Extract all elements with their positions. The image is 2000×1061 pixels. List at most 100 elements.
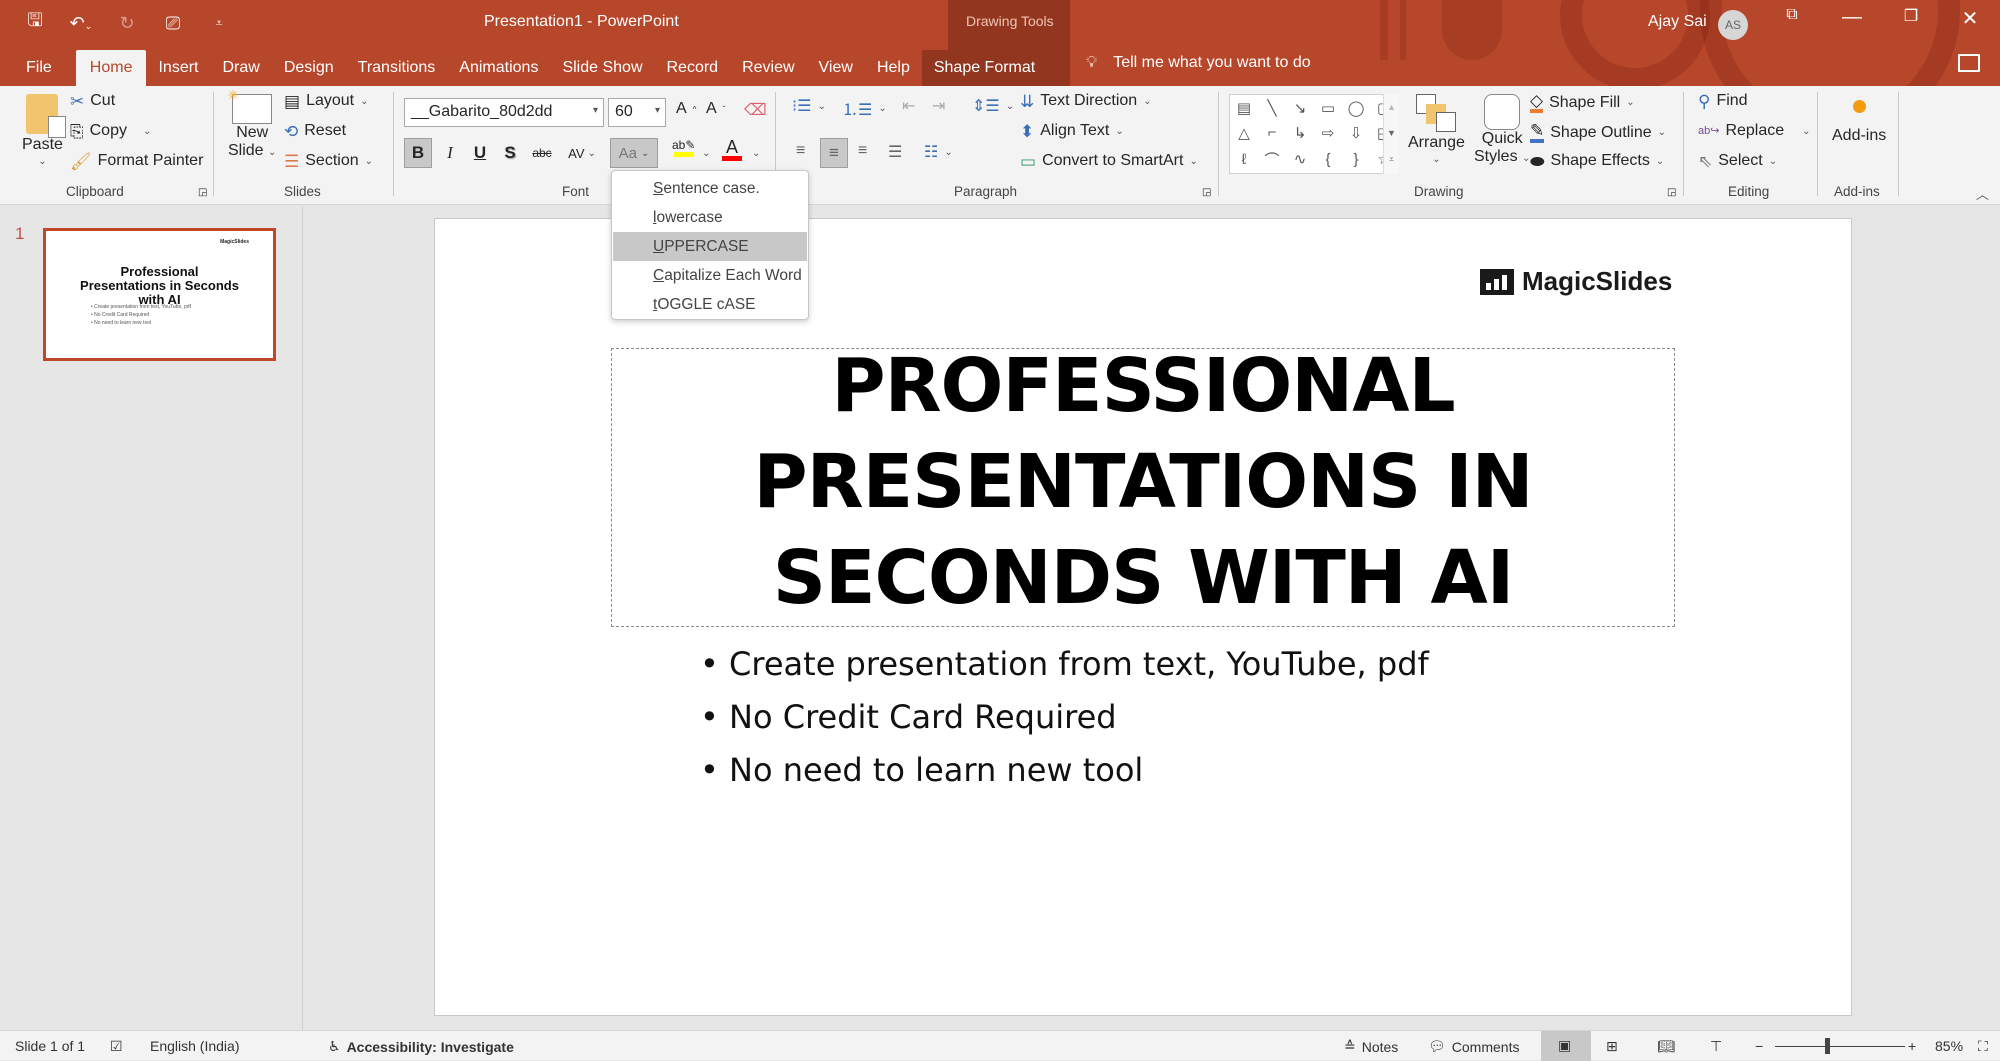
select-button[interactable]: ⇖ Select ⌄ [1698, 152, 1777, 170]
elbow-arrow-icon[interactable]: ↳ [1294, 124, 1307, 142]
cut-button[interactable]: ✂ Cut [70, 92, 115, 110]
tell-me-search[interactable]: 💡︎ Tell me what you want to do [1086, 54, 1311, 72]
menu-item-uppercase[interactable]: UPPERCASE [613, 232, 807, 261]
tab-design[interactable]: Design [272, 50, 346, 86]
paste-button[interactable]: Paste ⌄ [22, 94, 67, 167]
zoom-out-button[interactable]: − [1755, 1038, 1763, 1054]
highlight-color-button[interactable]: ab✎ [672, 138, 695, 157]
tab-review[interactable]: Review [730, 50, 806, 86]
convert-to-smartart-button[interactable]: ▭ Convert to SmartArt ⌄ [1020, 152, 1198, 170]
shape-effects-button[interactable]: ⬬ Shape Effects ⌄ [1530, 152, 1664, 170]
chevron-down-icon[interactable]: ⌄ [752, 148, 760, 159]
increase-font-size-button[interactable]: A ^ [676, 100, 696, 118]
redo-icon[interactable]: ↻ [114, 13, 140, 34]
tab-transitions[interactable]: Transitions [346, 50, 448, 86]
align-right-button[interactable]: ≡ [858, 142, 867, 160]
bold-button[interactable]: B [404, 138, 432, 168]
down-arrow-shape-icon[interactable]: ⇩ [1350, 124, 1363, 142]
shapes-scrollbar[interactable]: ▲ ▼ ⩡ [1383, 94, 1399, 174]
left-brace-icon[interactable]: { [1325, 151, 1330, 168]
text-box-shape-icon[interactable]: ▤ [1237, 99, 1251, 117]
new-slide-button[interactable]: ✳ New Slide ⌄ [227, 87, 276, 160]
elbow-connector-icon[interactable]: ⌐ [1268, 124, 1277, 141]
font-size-input[interactable]: 60 ▾ [608, 98, 666, 127]
slide-thumbnail[interactable]: MagicSlides Professional Presentations i… [43, 228, 276, 361]
change-case-button[interactable]: Aa ⌄ [610, 138, 658, 168]
reading-view-icon[interactable]: 📖︎ [1657, 1038, 1675, 1055]
tab-insert[interactable]: Insert [146, 50, 210, 86]
accessibility-button[interactable]: ♿︎ Accessibility: Investigate [328, 1038, 514, 1055]
decrease-font-size-button[interactable]: Aˇ [706, 100, 725, 118]
slide-title[interactable]: PROFESSIONAL PRESENTATIONS IN SECONDS WI… [611, 338, 1675, 626]
notes-button[interactable]: ≙ Notes [1344, 1038, 1398, 1055]
zoom-in-button[interactable]: + [1908, 1038, 1916, 1054]
right-arrow-shape-icon[interactable]: ⇨ [1322, 124, 1335, 142]
font-name-input[interactable]: __Gabarito_80d2dd ▾ [404, 98, 604, 127]
columns-button[interactable]: ☷ ⌄ [924, 142, 953, 162]
collapse-ribbon-icon[interactable]: ︿ [1976, 184, 1989, 203]
save-icon[interactable]: 🖫 [22, 8, 48, 38]
text-shadow-button[interactable]: S [496, 138, 524, 168]
numbering-button[interactable]: ⒈☰ ⌄ [842, 96, 887, 120]
tab-shape-format[interactable]: Shape Format [921, 50, 1048, 86]
comments-icon[interactable] [1958, 54, 1980, 72]
layout-button[interactable]: ▤ Layout ⌄ [284, 92, 369, 110]
restore-icon[interactable]: ❐ [1891, 6, 1931, 26]
italic-button[interactable]: I [436, 138, 464, 168]
character-spacing-button[interactable]: AV ⌄ [562, 138, 602, 168]
language-indicator[interactable]: English (India) [150, 1038, 240, 1054]
slide-show-icon[interactable]: ⊤ [1710, 1038, 1722, 1055]
bullets-button[interactable]: ⁝☰ ⌄ [792, 96, 826, 116]
start-from-beginning-icon[interactable]: ⎚ [160, 13, 186, 34]
shapes-gallery[interactable]: ▤╲↘▭◯▢ △⌐↳⇨⇩◱ ℓ⌒∿{}☆ [1229, 94, 1399, 174]
menu-item-lowercase[interactable]: lowercase [613, 203, 807, 232]
text-direction-button[interactable]: ⇊ Text Direction ⌄ [1020, 92, 1152, 110]
arrow-line-shape-icon[interactable]: ↘ [1294, 99, 1307, 117]
tab-help[interactable]: Help [865, 50, 922, 86]
tab-home[interactable]: Home [75, 50, 147, 86]
user-name[interactable]: Ajay Sai [1648, 13, 1707, 31]
magicslides-logo[interactable]: MagicSlides [1480, 266, 1672, 297]
arrange-button[interactable]: Arrange ⌄ [1408, 94, 1465, 165]
triangle-shape-icon[interactable]: △ [1238, 124, 1250, 142]
increase-indent-button[interactable]: ⇥ [932, 96, 945, 116]
freeform-icon[interactable]: ℓ [1242, 151, 1247, 168]
chevron-down-icon[interactable]: ▾ [655, 105, 660, 116]
fit-to-window-icon[interactable]: ⛶ [1978, 1038, 1988, 1055]
align-text-button[interactable]: ⬍ Align Text ⌄ [1020, 122, 1124, 140]
slide-bullet-list[interactable]: Create presentation from text, YouTube, … [700, 638, 1429, 797]
menu-item-toggle-case[interactable]: tOGGLE cASE [613, 290, 807, 319]
normal-view-button[interactable]: ▣ [1541, 1031, 1591, 1061]
quick-styles-button[interactable]: Quick Styles ⌄ [1474, 94, 1530, 166]
customize-qat-icon[interactable]: ⩡ [206, 16, 232, 31]
reset-button[interactable]: ⟲ Reset [284, 122, 346, 140]
format-painter-button[interactable]: 🖌︎ Format Painter [70, 152, 203, 170]
clear-formatting-icon[interactable]: ⌫ [744, 100, 767, 120]
chevron-down-icon[interactable]: ⌄ [702, 148, 710, 159]
zoom-slider[interactable] [1775, 1046, 1905, 1047]
zoom-level[interactable]: 85% [1935, 1038, 1963, 1054]
oval-shape-icon[interactable]: ◯ [1348, 99, 1365, 117]
decrease-indent-button[interactable]: ⇤ [902, 96, 915, 116]
menu-item-capitalize-each-word[interactable]: Capitalize Each Word [613, 261, 807, 290]
minimize-icon[interactable]: — [1832, 6, 1872, 29]
comments-button[interactable]: 💬︎ Comments [1428, 1038, 1519, 1055]
line-shape-icon[interactable]: ╲ [1267, 99, 1276, 117]
zoom-slider-thumb[interactable] [1825, 1038, 1830, 1054]
dialog-launcher-icon[interactable]: ◲ [1667, 187, 1676, 198]
curve-shape-icon[interactable]: ∿ [1294, 150, 1307, 168]
justify-button[interactable]: ☰ [888, 142, 902, 162]
dialog-launcher-icon[interactable]: ◲ [198, 187, 207, 198]
slide-sorter-icon[interactable]: ⊞ [1606, 1038, 1618, 1055]
shape-outline-button[interactable]: ✎ Shape Outline ⌄ [1530, 122, 1666, 143]
section-button[interactable]: ☰ Section ⌄ [284, 152, 373, 170]
tab-record[interactable]: Record [655, 50, 731, 86]
menu-item-sentence-case[interactable]: Sentence case. [613, 174, 807, 203]
shape-fill-button[interactable]: ◇ Shape Fill ⌄ [1530, 92, 1635, 113]
tab-slide-show[interactable]: Slide Show [550, 50, 654, 86]
align-center-button[interactable]: ≡ [820, 138, 848, 168]
find-button[interactable]: ⚲ Find [1698, 92, 1748, 110]
align-left-button[interactable]: ≡ [796, 142, 805, 160]
line-spacing-button[interactable]: ⇕☰ ⌄ [972, 96, 1014, 116]
copy-button[interactable]: ⎘ Copy ⌄ [70, 122, 151, 140]
